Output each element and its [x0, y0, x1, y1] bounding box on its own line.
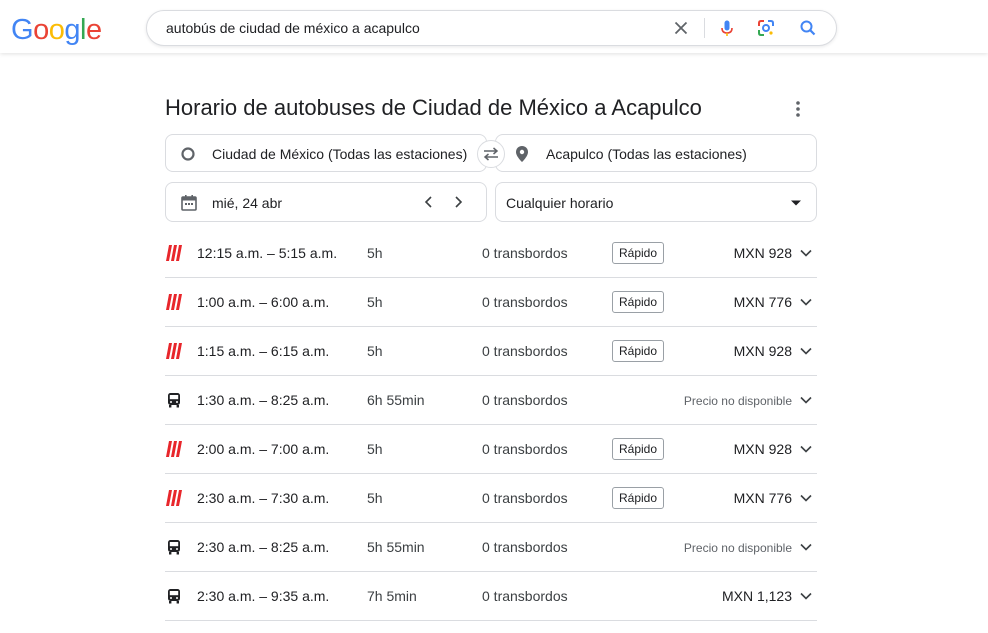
- transfers-count: 0 transbordos: [482, 441, 568, 457]
- logo-letter: G: [11, 14, 34, 46]
- ticket-price: MXN 928: [733, 245, 792, 261]
- next-day-icon[interactable]: [451, 195, 465, 209]
- departure-arrival-time: 2:30 a.m. – 9:35 a.m.: [197, 588, 330, 604]
- expand-chevron-icon[interactable]: [799, 589, 813, 603]
- red-bars-logo-icon: [166, 490, 182, 506]
- trip-duration: 7h 5min: [367, 588, 417, 604]
- search-box[interactable]: autobús de ciudad de méxico a acapulco: [146, 10, 837, 46]
- trip-duration: 5h: [367, 343, 383, 359]
- red-bars-logo-icon: [166, 441, 182, 457]
- origin-circle-icon: [181, 147, 195, 161]
- result-row[interactable]: 2:00 a.m. – 7:00 a.m. 5h 0 transbordos Rápi…: [165, 425, 817, 474]
- departure-arrival-time: 2:00 a.m. – 7:00 a.m.: [197, 441, 330, 457]
- transfers-count: 0 transbordos: [482, 294, 568, 310]
- logo-letter: e: [85, 14, 102, 46]
- ticket-price: MXN 776: [733, 294, 792, 310]
- ticket-price: MXN 928: [733, 441, 792, 457]
- ticket-price: Precio no disponible: [683, 541, 792, 555]
- clear-icon[interactable]: [671, 18, 691, 38]
- trip-duration: 5h: [367, 245, 383, 261]
- location-pin-icon: [516, 146, 528, 162]
- trip-duration: 5h 55min: [367, 539, 425, 555]
- bus-icon: [168, 589, 180, 604]
- search-input[interactable]: autobús de ciudad de méxico a acapulco: [166, 20, 420, 36]
- trip-duration: 5h: [367, 294, 383, 310]
- date-value: mié, 24 abr: [212, 195, 283, 211]
- transfers-count: 0 transbordos: [482, 539, 568, 555]
- ticket-price: MXN 1,123: [721, 588, 792, 604]
- search-divider: [704, 18, 705, 38]
- transfers-count: 0 transbordos: [482, 343, 568, 359]
- expand-chevron-icon[interactable]: [799, 393, 813, 407]
- result-row[interactable]: 2:30 a.m. – 8:25 a.m. 5h 55min 0 transbord…: [165, 523, 817, 572]
- destination-value: Acapulco (Todas las estaciones): [546, 146, 747, 162]
- red-bars-logo-icon: [166, 245, 182, 261]
- top-bar: Google autobús de ciudad de méxico a aca…: [0, 0, 988, 53]
- departure-arrival-time: 1:00 a.m. – 6:00 a.m.: [197, 294, 330, 310]
- trip-duration: 6h 55min: [367, 392, 425, 408]
- expand-chevron-icon[interactable]: [799, 295, 813, 309]
- departure-arrival-time: 1:30 a.m. – 8:25 a.m.: [197, 392, 330, 408]
- swap-arrows-icon: [483, 147, 499, 161]
- transfers-count: 0 transbordos: [482, 588, 568, 604]
- expand-chevron-icon[interactable]: [799, 540, 813, 554]
- search-icon[interactable]: [798, 18, 818, 38]
- expand-chevron-icon[interactable]: [799, 491, 813, 505]
- result-row[interactable]: 12:15 a.m. – 5:15 a.m. 5h 0 transbordos Ráp…: [165, 229, 817, 278]
- fast-badge: Rápido: [612, 487, 665, 509]
- transfers-count: 0 transbordos: [482, 392, 568, 408]
- fast-badge: Rápido: [612, 291, 665, 313]
- more-options-icon[interactable]: [788, 98, 808, 120]
- result-row[interactable]: 2:30 a.m. – 7:30 a.m. 5h 0 transbordos Rápi…: [165, 474, 817, 523]
- transfers-count: 0 transbordos: [482, 245, 568, 261]
- departure-arrival-time: 1:15 a.m. – 6:15 a.m.: [197, 343, 330, 359]
- logo-letter: o: [48, 14, 65, 46]
- origin-value: Ciudad de México (Todas las estaciones): [212, 146, 468, 162]
- time-filter-dropdown[interactable]: Cualquier horario: [495, 182, 817, 222]
- logo-letter: g: [64, 14, 80, 46]
- microphone-icon[interactable]: [717, 18, 737, 38]
- ticket-price: MXN 928: [733, 343, 792, 359]
- departure-arrival-time: 2:30 a.m. – 8:25 a.m.: [197, 539, 330, 555]
- swap-button[interactable]: [477, 140, 505, 168]
- lens-icon[interactable]: [756, 18, 776, 38]
- expand-chevron-icon[interactable]: [799, 442, 813, 456]
- origin-field[interactable]: Ciudad de México (Todas las estaciones): [165, 134, 487, 172]
- departure-arrival-time: 12:15 a.m. – 5:15 a.m.: [197, 245, 338, 261]
- departure-arrival-time: 2:30 a.m. – 7:30 a.m.: [197, 490, 330, 506]
- ticket-price: Precio no disponible: [683, 394, 792, 408]
- google-logo[interactable]: Google: [11, 13, 102, 47]
- bus-icon: [168, 393, 180, 408]
- result-row[interactable]: 2:30 a.m. – 9:35 a.m. 7h 5min 0 transbordo…: [165, 572, 817, 621]
- fast-badge: Rápido: [612, 242, 665, 264]
- transfers-count: 0 transbordos: [482, 490, 568, 506]
- fast-badge: Rápido: [612, 438, 665, 460]
- result-row[interactable]: 1:30 a.m. – 8:25 a.m. 6h 55min 0 transbord…: [165, 376, 817, 425]
- fast-badge: Rápido: [612, 340, 665, 362]
- result-row[interactable]: 1:15 a.m. – 6:15 a.m. 5h 0 transbordos Rápi…: [165, 327, 817, 376]
- date-field[interactable]: mié, 24 abr: [165, 182, 487, 222]
- trip-duration: 5h: [367, 441, 383, 457]
- red-bars-logo-icon: [166, 343, 182, 359]
- dropdown-arrow-icon: [791, 200, 801, 206]
- destination-field[interactable]: Acapulco (Todas las estaciones): [495, 134, 817, 172]
- result-row[interactable]: 1:00 a.m. – 6:00 a.m. 5h 0 transbordos Rápi…: [165, 278, 817, 327]
- previous-day-icon[interactable]: [422, 195, 436, 209]
- logo-letter: o: [33, 14, 49, 46]
- bus-icon: [168, 540, 180, 555]
- expand-chevron-icon[interactable]: [799, 246, 813, 260]
- calendar-icon: [181, 195, 197, 211]
- red-bars-logo-icon: [166, 294, 182, 310]
- expand-chevron-icon[interactable]: [799, 344, 813, 358]
- widget-title: Horario de autobuses de Ciudad de México…: [165, 95, 702, 120]
- time-filter-value: Cualquier horario: [506, 195, 614, 211]
- trip-duration: 5h: [367, 490, 383, 506]
- ticket-price: MXN 776: [733, 490, 792, 506]
